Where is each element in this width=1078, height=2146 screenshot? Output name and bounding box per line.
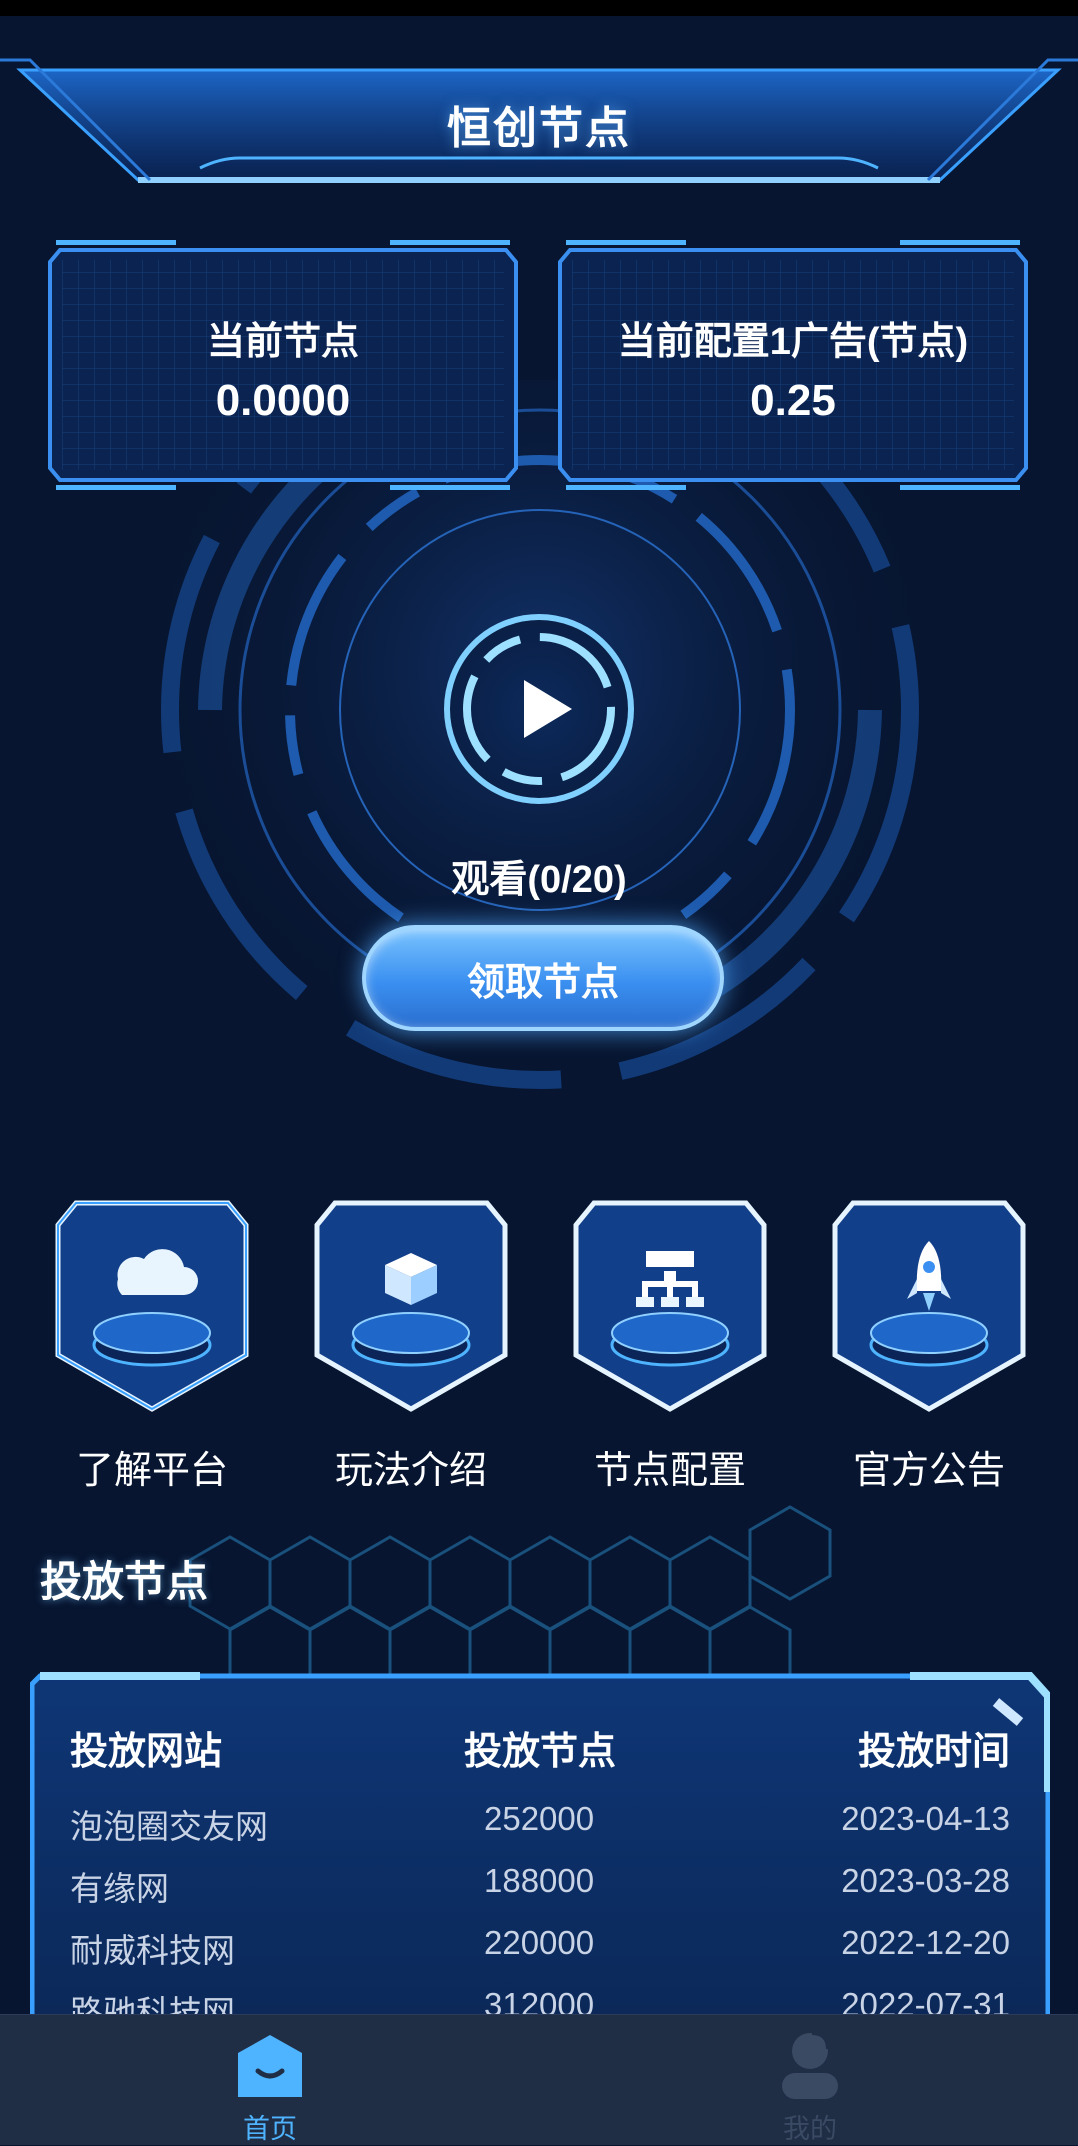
card-frame — [48, 240, 518, 490]
play-button[interactable] — [440, 610, 638, 808]
feature-label: 节点配置 — [593, 1450, 746, 1492]
feature-badge — [832, 1200, 1026, 1412]
nav-label-profile: 我的 — [783, 2114, 837, 2144]
feature-badge — [314, 1200, 508, 1412]
cell-nodes: 252000 — [484, 1800, 595, 1837]
cell-time: 2023-04-13 — [841, 1800, 1010, 1837]
column-header-nodes: 投放节点 — [464, 1731, 617, 1773]
nav-label-home: 首页 — [243, 2114, 297, 2144]
current-nodes-value: 0.0000 — [215, 376, 351, 425]
cell-site: 耐威科技网 — [70, 1932, 235, 1969]
table-row: 泡泡圈交友网 252000 2023-04-13 — [30, 1800, 1050, 1862]
table-row: 耐威科技网 220000 2022-12-20 — [30, 1924, 1050, 1986]
claim-nodes-button[interactable]: 领取节点 — [362, 925, 724, 1031]
cell-nodes: 220000 — [484, 1924, 595, 1961]
feature-about-platform[interactable]: 了解平台 — [52, 1195, 252, 1495]
current-nodes-card: 当前节点 0.0000 — [46, 240, 520, 490]
feature-badge — [55, 1200, 249, 1412]
ad-config-value: 0.25 — [750, 376, 836, 425]
feature-badge — [573, 1200, 767, 1412]
watch-counter: 观看(0/20) — [451, 859, 627, 901]
column-header-site: 投放网站 — [70, 1731, 223, 1773]
card-frame — [558, 240, 1028, 490]
ad-config-card: 当前配置1广告(节点) 0.25 — [556, 240, 1030, 490]
page-title: 恒创节点 — [447, 104, 631, 153]
ad-config-label: 当前配置1广告(节点) — [617, 321, 969, 363]
feature-gameplay-intro[interactable]: 玩法介绍 — [311, 1195, 511, 1495]
feature-label: 玩法介绍 — [334, 1450, 487, 1492]
feature-node-config[interactable]: 节点配置 — [570, 1195, 770, 1495]
profile-icon — [782, 2031, 838, 2099]
app-header: 恒创节点 — [0, 40, 1078, 200]
feature-official-notice[interactable]: 官方公告 — [829, 1195, 1029, 1495]
nav-item-home[interactable]: 首页 — [120, 2015, 420, 2145]
nav-item-profile[interactable]: 我的 — [660, 2015, 960, 2145]
home-icon — [238, 2035, 302, 2097]
cell-time: 2022-12-20 — [841, 1924, 1010, 1961]
bottom-nav: 首页 我的 — [0, 2014, 1078, 2145]
column-header-time: 投放时间 — [857, 1731, 1010, 1773]
section-title: 投放节点 — [40, 1558, 209, 1605]
cell-time: 2023-03-28 — [841, 1862, 1010, 1899]
status-bar — [0, 0, 1078, 16]
cell-site: 泡泡圈交友网 — [70, 1808, 268, 1845]
table-row: 有缘网 188000 2023-03-28 — [30, 1862, 1050, 1924]
cell-nodes: 188000 — [484, 1862, 595, 1899]
current-nodes-label: 当前节点 — [206, 321, 359, 363]
cell-site: 有缘网 — [70, 1870, 169, 1907]
feature-label: 了解平台 — [75, 1450, 228, 1492]
feature-label: 官方公告 — [852, 1450, 1005, 1492]
